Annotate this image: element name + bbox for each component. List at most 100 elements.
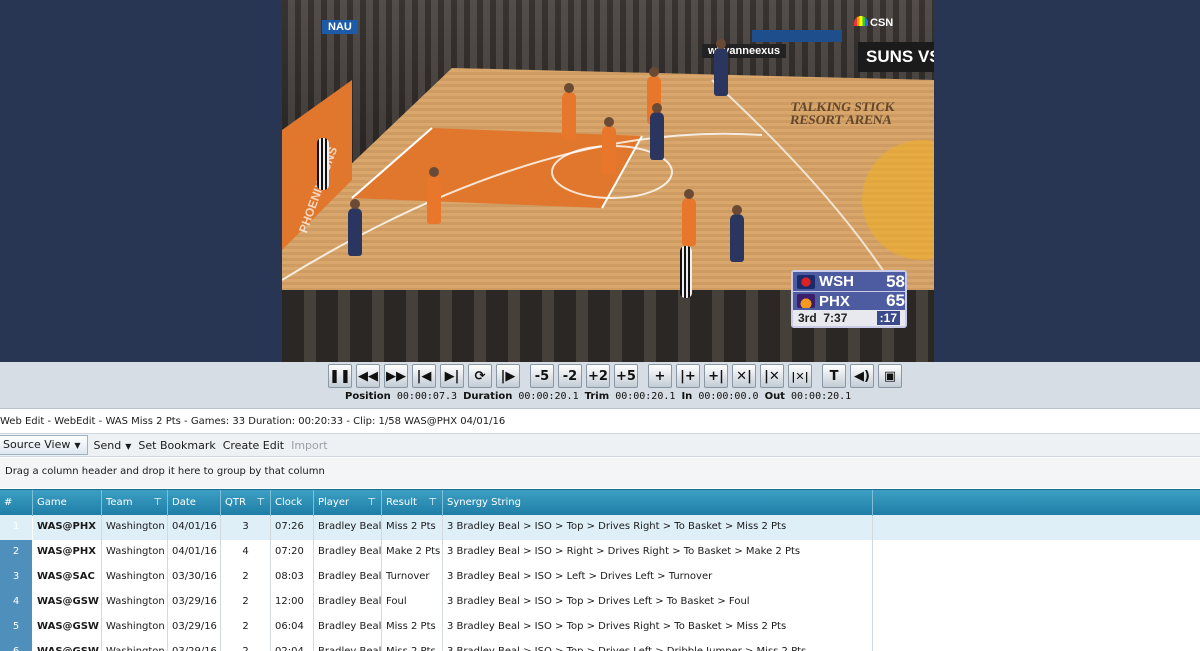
table-row[interactable]: 1 WAS@PHX Washington 04/01/16 3 07:26 Bradley … [0,515,1200,540]
player-phx [562,83,576,140]
out-value: 00:00:20.1 [791,391,852,402]
column-header-result[interactable]: Result ⊤ [382,490,443,516]
filter-icon[interactable]: ⊤ [367,490,376,515]
game-period: 3rd [798,311,817,325]
send-menu[interactable]: Send ▼ [94,439,132,452]
clear-all-button[interactable]: |✕| [788,364,812,388]
create-edit-button[interactable]: Create Edit [223,439,284,452]
column-header-label: Result [386,497,417,508]
cell-date: 03/29/16 [168,640,221,651]
column-header-player[interactable]: Player ⊤ [314,490,382,516]
player-phx [682,189,696,246]
cell-clock: 07:26 [271,515,314,540]
grid-header: # Game Team ⊤ Date QTR ⊤ Clock Player ⊤ Res… [0,489,1200,516]
table-row[interactable]: 2 WAS@PHX Washington 04/01/16 4 07:20 Bradley … [0,540,1200,565]
cell-date: 03/29/16 [168,615,221,640]
filter-icon[interactable]: ⊤ [256,490,265,515]
player-was [348,199,362,256]
minus-2-button[interactable]: -2 [558,364,582,388]
duration-label: Duration [463,391,513,402]
add-in-button[interactable]: |+ [676,364,700,388]
import-button[interactable]: Import [291,439,328,452]
row-number: 3 [0,565,33,590]
player-was [730,205,744,262]
cell-game: WAS@PHX [33,540,102,565]
column-header-game[interactable]: Game [33,490,102,516]
cell-spacer [873,515,1200,540]
plus-5-button[interactable]: +5 [614,364,638,388]
position-label: Position [345,391,391,402]
cell-spacer [873,640,1200,651]
source-view-dropdown[interactable]: Source View ▼ [0,435,88,455]
in-label: In [681,391,693,402]
cell-spacer [873,590,1200,615]
game-clock: 7:37 [823,311,848,325]
cell-game: WAS@GSW [33,590,102,615]
add-mark-button[interactable]: + [648,364,672,388]
plus-2-button[interactable]: +2 [586,364,610,388]
trim-label: Trim [584,391,610,402]
away-team: WSH [819,273,854,290]
cell-game: WAS@GSW [33,640,102,651]
cell-date: 04/01/16 [168,515,221,540]
step-forward-button[interactable]: |▶ [496,364,520,388]
minus-5-button[interactable]: -5 [530,364,554,388]
table-row[interactable]: 5 WAS@GSW Washington 03/29/16 2 06:04 Bradley … [0,615,1200,640]
group-by-area[interactable]: Drag a column header and drop it here to… [0,458,1200,488]
pause-button[interactable]: ❚❚ [328,364,352,388]
add-out-button[interactable]: +| [704,364,728,388]
cell-result: Miss 2 Pts [382,615,443,640]
filter-icon[interactable]: ⊤ [153,490,162,515]
arizona-sign [752,30,842,42]
timecode-readout: Position 00:00:07.3 Duration 00:00:20.1 … [345,391,851,402]
column-header-clock[interactable]: Clock [271,490,314,516]
filter-icon[interactable]: ⊤ [428,490,437,515]
cell-player: Bradley Beal [314,640,382,651]
scoreboard-footer: 3rd 7:37 :17 [793,310,905,326]
video-player[interactable]: NAU whyanneexus TALKING STICK RESORT ARE… [282,0,934,362]
column-header-date[interactable]: Date [168,490,221,516]
home-team: PHX [819,292,850,310]
column-header-num[interactable]: # [0,490,33,516]
table-row[interactable]: 3 WAS@SAC Washington 03/30/16 2 08:03 Bradley … [0,565,1200,590]
rewind-button[interactable]: ◀◀ [356,364,380,388]
scoreboard: WSH 58 PHX 65 3rd 7:37 :17 [791,270,907,328]
cell-synergy-string: 3 Bradley Beal > ISO > Top > Drives Righ… [443,515,873,540]
column-header-label: Player [318,497,350,508]
column-header-qtr[interactable]: QTR ⊤ [221,490,271,516]
column-header-team[interactable]: Team ⊤ [102,490,168,516]
cell-clock: 07:20 [271,540,314,565]
playback-controls: ❚❚ ◀◀ ▶▶ |◀ ▶| ⟳ |▶ -5 -2 +2 +5 + |+ +| ✕| |✕ |✕| T ◀) ▣ Po… [0,362,1200,409]
cell-team: Washington [102,590,168,615]
out-label: Out [764,391,785,402]
duration-value: 00:00:20.1 [518,391,579,402]
set-bookmark-button[interactable]: Set Bookmark [138,439,215,452]
column-header-synergy[interactable]: Synergy String [443,490,873,516]
text-button[interactable]: T [822,364,846,388]
column-header-label: Synergy String [447,497,521,508]
cell-synergy-string: 3 Bradley Beal > ISO > Top > Drives Left… [443,640,873,651]
loop-icon[interactable]: ⟳ [468,364,492,388]
clear-mark-button[interactable]: ✕| [732,364,756,388]
cell-player: Bradley Beal [314,615,382,640]
table-row[interactable]: 6WAS@GSWWashington03/29/16202:04Bradley … [0,640,1200,651]
cell-player: Bradley Beal [314,515,382,540]
cell-game: WAS@SAC [33,565,102,590]
clear-in-button[interactable]: |✕ [760,364,784,388]
cell-qtr: 2 [221,565,271,590]
column-header-label: # [4,497,13,508]
cell-result: Foul [382,590,443,615]
network-logo: CSN [854,16,893,29]
fullscreen-icon[interactable]: ▣ [878,364,902,388]
previous-clip-button[interactable]: |◀ [412,364,436,388]
nau-banner: NAU [322,20,358,34]
cell-date: 03/30/16 [168,565,221,590]
caret-down-icon: ▼ [125,441,132,451]
table-row[interactable]: 4 WAS@GSW Washington 03/29/16 2 12:00 Bradley … [0,590,1200,615]
fast-forward-button[interactable]: ▶▶ [384,364,408,388]
row-number: 6 [0,640,33,651]
next-clip-button[interactable]: ▶| [440,364,464,388]
cell-player: Bradley Beal [314,540,382,565]
volume-icon[interactable]: ◀) [850,364,874,388]
row-number: 5 [0,615,33,640]
